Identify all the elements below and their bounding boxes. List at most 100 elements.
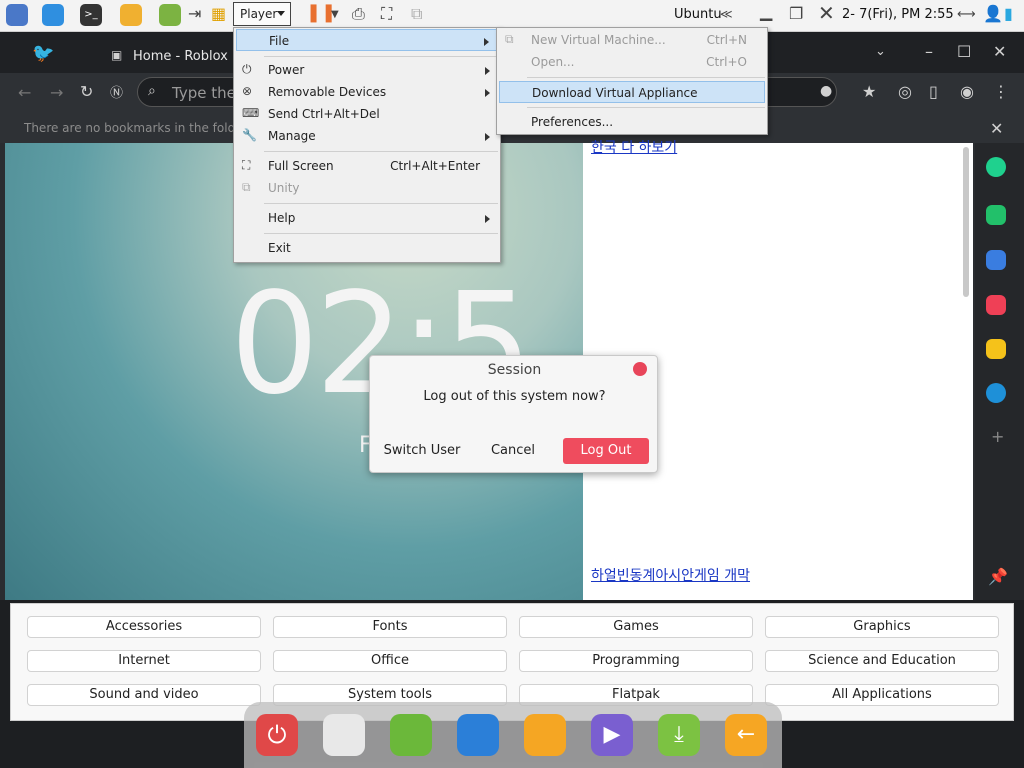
trash-icon[interactable] [323,714,365,756]
close-icon[interactable] [633,362,647,376]
category-sound-video[interactable]: Sound and video [27,684,261,706]
screenshot-icon[interactable]: ◎ [898,82,912,101]
log-out-button[interactable]: Log Out [563,438,649,464]
vm-settings-icon[interactable]: ▦ [211,4,226,23]
menu-item-help[interactable]: Help [236,207,498,229]
menu-item-power[interactable]: ⏻ Power [236,59,498,81]
player-menu: File ⏻ Power ⊗ Removable Devices ⌨ Send … [233,27,501,263]
menu-label: Removable Devices [268,85,387,99]
removable-device-icon: ⊗ [242,84,253,98]
back-icon[interactable]: ← [725,714,767,756]
battery-icon: ▮ [1004,4,1013,23]
notifications-icon[interactable] [986,205,1006,225]
profile-icon[interactable]: ◉ [960,82,974,101]
category-office[interactable]: Office [273,650,507,672]
sendkey-icon[interactable]: ⇥ [188,4,201,23]
news-link-top[interactable]: 한국 다 하보기 [591,137,677,157]
removable-icon[interactable]: ⎙ [352,4,365,24]
category-programming[interactable]: Programming [519,650,753,672]
forward-icon[interactable]: → [50,83,63,102]
power-icon[interactable]: ⏻ [256,714,298,756]
menu-label: File [269,34,290,48]
chevron-down-icon[interactable]: ▼ [331,9,339,20]
collapse-icon[interactable]: ≪ [720,7,733,21]
location-icon[interactable]: ● [820,83,832,99]
keyboard-icon: ⌨ [242,106,260,120]
user-icon[interactable]: 👤 [983,4,1003,23]
menu-label: Unity [268,181,300,195]
back-icon[interactable]: ← [18,83,31,102]
fullscreen-icon[interactable]: ⛶ [381,4,392,24]
category-games[interactable]: Games [519,616,753,638]
menu-shortcut: Ctrl+N [706,33,747,47]
category-fonts[interactable]: Fonts [273,616,507,638]
unity-icon[interactable]: ⧉ [411,4,422,24]
category-graphics[interactable]: Graphics [765,616,999,638]
switch-user-button[interactable]: Switch User [382,438,462,464]
clock: 2- 7(Fri), PM 2:55 [842,7,954,22]
tab-title[interactable]: Home - Roblox [133,49,228,64]
menu-item-file[interactable]: File [236,29,498,51]
minimize-icon[interactable]: – [925,42,933,61]
cancel-button[interactable]: Cancel [480,438,546,464]
menu-label: Download Virtual Appliance [532,86,698,100]
category-internet[interactable]: Internet [27,650,261,672]
scrollbar[interactable] [963,147,969,297]
submenu-arrow-icon [484,38,489,46]
fullscreen-icon: ⛶ [242,158,251,172]
menu-item-full-screen[interactable]: ⛶ Full Screen Ctrl+Alt+Enter [236,155,498,177]
files-icon[interactable] [524,714,566,756]
sidebar-toggle-icon[interactable]: ▯ [929,82,938,101]
download-icon[interactable] [159,4,181,26]
network-status-icon[interactable]: ⟷ [957,7,976,22]
category-accessories[interactable]: Accessories [27,616,261,638]
player-menu-button[interactable]: Player [233,2,291,26]
menu-label: Open... [531,55,575,69]
close-icon[interactable]: ✕ [993,42,1006,61]
minimize-icon[interactable]: ▁ [760,2,772,21]
chevron-down-icon[interactable]: ⌄ [875,44,886,59]
app-store-icon[interactable] [390,714,432,756]
maximize-icon[interactable]: ☐ [957,42,971,61]
news-link[interactable]: 하얼빈동계아시안게임 개막 [591,565,750,585]
chevron-down-icon [277,11,285,16]
terminal-icon[interactable]: >_ [80,4,102,26]
new-vm-icon: ⧉ [505,32,514,46]
reload-icon[interactable]: ↻ [80,82,93,101]
menu-shortcut: Ctrl+O [706,55,747,69]
network-icon[interactable] [6,4,28,26]
restore-icon[interactable]: ❐ [789,4,803,23]
files-icon[interactable] [120,4,142,26]
favorites-star-icon[interactable] [986,339,1006,359]
pocket-icon[interactable] [986,295,1006,315]
dialog-message: Log out of this system now? [423,389,606,404]
menu-item-preferences[interactable]: Preferences... [499,111,765,133]
menu-label: Exit [268,241,291,255]
menu-item-send-cad[interactable]: ⌨ Send Ctrl+Alt+Del [236,103,498,125]
favorites-icon[interactable]: ★ [862,82,876,101]
home-icon[interactable]: Ⓝ [110,82,123,101]
download-icon[interactable]: ⤓ [658,714,700,756]
menu-separator [264,233,498,234]
category-all-applications[interactable]: All Applications [765,684,999,706]
close-icon[interactable]: ✕ [990,119,1003,138]
pin-icon[interactable]: 📌 [988,567,1008,586]
vmware-icon[interactable] [42,4,64,26]
menu-separator [264,203,498,204]
power-icon: ⏻ [242,62,252,76]
browser-icon[interactable] [457,714,499,756]
media-player-icon[interactable]: ▶ [591,714,633,756]
category-science-education[interactable]: Science and Education [765,650,999,672]
add-icon[interactable]: + [991,427,1004,446]
calendar-icon[interactable] [986,250,1006,270]
assistant-icon[interactable] [986,157,1006,177]
menu-label: Send Ctrl+Alt+Del [268,107,380,121]
menu-item-removable-devices[interactable]: ⊗ Removable Devices [236,81,498,103]
more-icon[interactable]: ⋮ [993,82,1009,101]
menu-item-manage[interactable]: 🔧 Manage [236,125,498,147]
menu-label: Manage [268,129,316,143]
edge-icon[interactable] [986,383,1006,403]
menu-item-download-appliance[interactable]: Download Virtual Appliance [499,81,765,103]
close-icon[interactable]: ✕ [818,1,835,25]
menu-item-exit[interactable]: Exit [236,237,498,259]
